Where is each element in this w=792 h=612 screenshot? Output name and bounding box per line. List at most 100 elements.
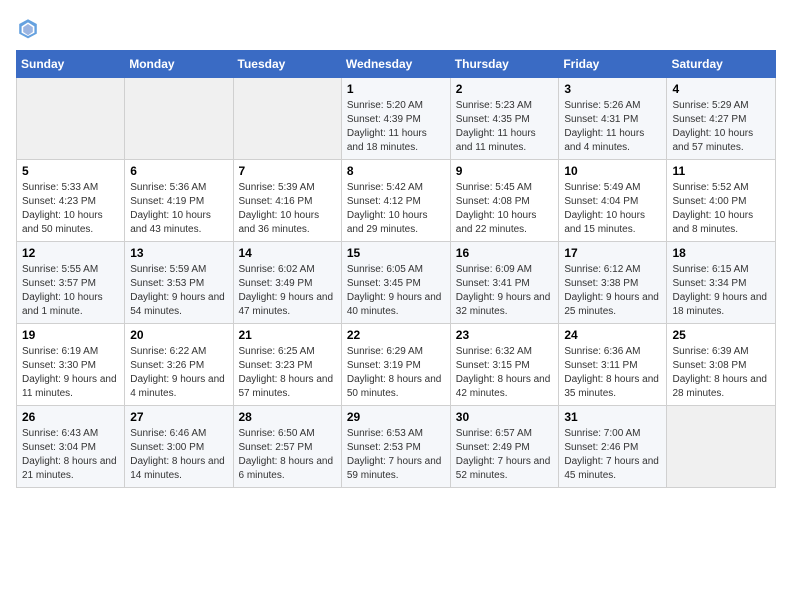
- day-number: 26: [22, 410, 119, 424]
- calendar-day: 18Sunrise: 6:15 AM Sunset: 3:34 PM Dayli…: [667, 242, 776, 324]
- day-number: 7: [239, 164, 336, 178]
- calendar-day: 7 Sunrise: 5:39 AM Sunset: 4:16 PM Daylig…: [233, 160, 341, 242]
- logo: [16, 16, 44, 40]
- calendar-day: 27 Sunrise: 6:46 AM Sunset: 3:00 PM Dayli…: [125, 406, 233, 488]
- day-number: 16: [456, 246, 554, 260]
- calendar-day: 23 Sunrise: 6:32 AM Sunset: 3:15 PM Dayli…: [450, 324, 559, 406]
- calendar-day: [17, 78, 125, 160]
- day-header-thursday: Thursday: [450, 51, 559, 78]
- day-info: Sunrise: 5:23 AM Sunset: 4:35 PM Dayligh…: [456, 99, 554, 155]
- day-info: Sunrise: 5:26 AM Sunset: 4:31 PM Dayligh…: [564, 99, 661, 155]
- day-info: Sunrise: 5:33 AM Sunset: 4:23 PM Dayligh…: [22, 181, 119, 237]
- day-number: 3: [564, 82, 661, 96]
- calendar-day: 13 Sunrise: 5:59 AM Sunset: 3:53 PM Dayli…: [125, 242, 233, 324]
- calendar-day: 30Sunrise: 6:57 AM Sunset: 2:49 PM Dayli…: [450, 406, 559, 488]
- day-number: 4: [672, 82, 770, 96]
- calendar-day: 15 Sunrise: 6:05 AM Sunset: 3:45 PM Dayli…: [341, 242, 450, 324]
- day-number: 27: [130, 410, 227, 424]
- calendar-day: 22Sunrise: 6:29 AM Sunset: 3:19 PM Dayli…: [341, 324, 450, 406]
- day-header-sunday: Sunday: [17, 51, 125, 78]
- day-number: 9: [456, 164, 554, 178]
- calendar-day: 29 Sunrise: 6:53 AM Sunset: 2:53 PM Dayli…: [341, 406, 450, 488]
- day-number: 1: [347, 82, 445, 96]
- day-number: 8: [347, 164, 445, 178]
- day-number: 10: [564, 164, 661, 178]
- day-header-wednesday: Wednesday: [341, 51, 450, 78]
- day-info: Sunrise: 6:15 AM Sunset: 3:34 PM Dayligh…: [672, 263, 770, 319]
- day-info: Sunrise: 5:49 AM Sunset: 4:04 PM Dayligh…: [564, 181, 661, 237]
- day-header-friday: Friday: [559, 51, 667, 78]
- calendar-day: 12Sunrise: 5:55 AM Sunset: 3:57 PM Dayli…: [17, 242, 125, 324]
- calendar-day: [233, 78, 341, 160]
- day-info: Sunrise: 5:42 AM Sunset: 4:12 PM Dayligh…: [347, 181, 445, 237]
- day-number: 2: [456, 82, 554, 96]
- day-number: 13: [130, 246, 227, 260]
- calendar-day: 28 Sunrise: 6:50 AM Sunset: 2:57 PM Dayli…: [233, 406, 341, 488]
- calendar-day: 26Sunrise: 6:43 AM Sunset: 3:04 PM Dayli…: [17, 406, 125, 488]
- day-number: 17: [564, 246, 661, 260]
- day-info: Sunrise: 6:46 AM Sunset: 3:00 PM Dayligh…: [130, 427, 227, 483]
- calendar-day: 19 Sunrise: 6:19 AM Sunset: 3:30 PM Dayli…: [17, 324, 125, 406]
- day-number: 24: [564, 328, 661, 342]
- calendar-week-3: 12Sunrise: 5:55 AM Sunset: 3:57 PM Dayli…: [17, 242, 776, 324]
- day-header-saturday: Saturday: [667, 51, 776, 78]
- day-info: Sunrise: 5:29 AM Sunset: 4:27 PM Dayligh…: [672, 99, 770, 155]
- calendar-day: 4 Sunrise: 5:29 AM Sunset: 4:27 PM Daylig…: [667, 78, 776, 160]
- day-number: 5: [22, 164, 119, 178]
- calendar-day: [667, 406, 776, 488]
- day-info: Sunrise: 6:25 AM Sunset: 3:23 PM Dayligh…: [239, 345, 336, 401]
- day-number: 28: [239, 410, 336, 424]
- day-number: 20: [130, 328, 227, 342]
- day-info: Sunrise: 5:20 AM Sunset: 4:39 PM Dayligh…: [347, 99, 445, 155]
- calendar-day: 10 Sunrise: 5:49 AM Sunset: 4:04 PM Dayli…: [559, 160, 667, 242]
- day-info: Sunrise: 7:00 AM Sunset: 2:46 PM Dayligh…: [564, 427, 661, 483]
- day-info: Sunrise: 6:09 AM Sunset: 3:41 PM Dayligh…: [456, 263, 554, 319]
- day-info: Sunrise: 6:32 AM Sunset: 3:15 PM Dayligh…: [456, 345, 554, 401]
- day-number: 23: [456, 328, 554, 342]
- day-info: Sunrise: 6:53 AM Sunset: 2:53 PM Dayligh…: [347, 427, 445, 483]
- day-info: Sunrise: 5:59 AM Sunset: 3:53 PM Dayligh…: [130, 263, 227, 319]
- calendar-day: 1 Sunrise: 5:20 AM Sunset: 4:39 PM Daylig…: [341, 78, 450, 160]
- day-number: 31: [564, 410, 661, 424]
- day-number: 29: [347, 410, 445, 424]
- calendar-day: 8 Sunrise: 5:42 AM Sunset: 4:12 PM Daylig…: [341, 160, 450, 242]
- day-info: Sunrise: 6:12 AM Sunset: 3:38 PM Dayligh…: [564, 263, 661, 319]
- day-info: Sunrise: 6:39 AM Sunset: 3:08 PM Dayligh…: [672, 345, 770, 401]
- day-number: 22: [347, 328, 445, 342]
- day-info: Sunrise: 6:19 AM Sunset: 3:30 PM Dayligh…: [22, 345, 119, 401]
- calendar-week-5: 26Sunrise: 6:43 AM Sunset: 3:04 PM Dayli…: [17, 406, 776, 488]
- calendar-day: 3 Sunrise: 5:26 AM Sunset: 4:31 PM Daylig…: [559, 78, 667, 160]
- day-number: 14: [239, 246, 336, 260]
- day-info: Sunrise: 5:39 AM Sunset: 4:16 PM Dayligh…: [239, 181, 336, 237]
- calendar-day: 16 Sunrise: 6:09 AM Sunset: 3:41 PM Dayli…: [450, 242, 559, 324]
- calendar-day: 5 Sunrise: 5:33 AM Sunset: 4:23 PM Daylig…: [17, 160, 125, 242]
- day-number: 11: [672, 164, 770, 178]
- calendar-day: 20Sunrise: 6:22 AM Sunset: 3:26 PM Dayli…: [125, 324, 233, 406]
- calendar-day: 24 Sunrise: 6:36 AM Sunset: 3:11 PM Dayli…: [559, 324, 667, 406]
- day-info: Sunrise: 6:36 AM Sunset: 3:11 PM Dayligh…: [564, 345, 661, 401]
- day-header-tuesday: Tuesday: [233, 51, 341, 78]
- calendar-day: 21Sunrise: 6:25 AM Sunset: 3:23 PM Dayli…: [233, 324, 341, 406]
- calendar-day: [125, 78, 233, 160]
- calendar-week-4: 19 Sunrise: 6:19 AM Sunset: 3:30 PM Dayli…: [17, 324, 776, 406]
- page-header: [16, 16, 776, 40]
- day-number: 30: [456, 410, 554, 424]
- day-number: 25: [672, 328, 770, 342]
- calendar-day: 2 Sunrise: 5:23 AM Sunset: 4:35 PM Daylig…: [450, 78, 559, 160]
- day-number: 19: [22, 328, 119, 342]
- calendar-header-row: SundayMondayTuesdayWednesdayThursdayFrid…: [17, 51, 776, 78]
- day-info: Sunrise: 6:50 AM Sunset: 2:57 PM Dayligh…: [239, 427, 336, 483]
- calendar-day: 14Sunrise: 6:02 AM Sunset: 3:49 PM Dayli…: [233, 242, 341, 324]
- day-info: Sunrise: 6:05 AM Sunset: 3:45 PM Dayligh…: [347, 263, 445, 319]
- logo-icon: [16, 16, 40, 40]
- calendar-table: SundayMondayTuesdayWednesdayThursdayFrid…: [16, 50, 776, 488]
- calendar-day: 9 Sunrise: 5:45 AM Sunset: 4:08 PM Daylig…: [450, 160, 559, 242]
- calendar-day: 6Sunrise: 5:36 AM Sunset: 4:19 PM Daylig…: [125, 160, 233, 242]
- calendar-day: 17 Sunrise: 6:12 AM Sunset: 3:38 PM Dayli…: [559, 242, 667, 324]
- calendar-day: 31 Sunrise: 7:00 AM Sunset: 2:46 PM Dayli…: [559, 406, 667, 488]
- day-info: Sunrise: 5:45 AM Sunset: 4:08 PM Dayligh…: [456, 181, 554, 237]
- calendar-day: 11Sunrise: 5:52 AM Sunset: 4:00 PM Dayli…: [667, 160, 776, 242]
- calendar-week-1: 1 Sunrise: 5:20 AM Sunset: 4:39 PM Daylig…: [17, 78, 776, 160]
- day-number: 15: [347, 246, 445, 260]
- day-number: 12: [22, 246, 119, 260]
